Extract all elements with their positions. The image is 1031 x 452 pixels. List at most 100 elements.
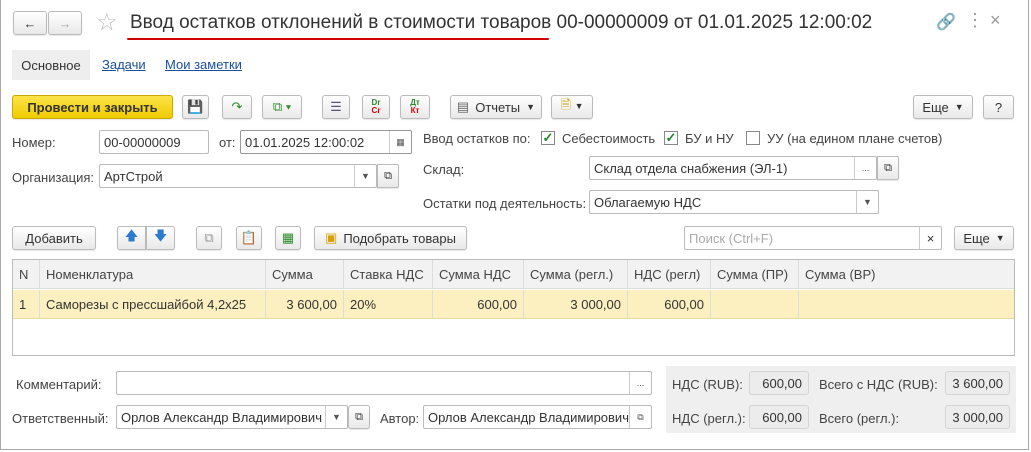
warehouse-value: Склад отдела снабжения (ЭЛ-1): [594, 160, 788, 176]
arrow-down-icon: 🡇: [153, 228, 168, 243]
forward-button[interactable]: →: [48, 11, 82, 35]
vat-rub-value: 600,00: [749, 371, 809, 395]
open-icon[interactable]: ⧉: [629, 406, 651, 428]
comment-field[interactable]: ...: [116, 371, 652, 395]
chevron-down-icon[interactable]: ▼: [354, 165, 376, 187]
warehouse-label: Склад:: [423, 162, 465, 177]
dr-cr-button[interactable]: Dr Cr: [362, 95, 390, 119]
favorite-star-icon[interactable]: ☆: [96, 8, 118, 37]
cell-sum-vr: [799, 290, 1014, 318]
col-sum-pr[interactable]: Сумма (ПР): [711, 260, 799, 288]
col-sum[interactable]: Сумма: [266, 260, 344, 288]
create-based-on-button[interactable]: ⧉ ▾: [262, 95, 302, 119]
chevron-down-icon: ▼: [954, 102, 964, 112]
move-down-button[interactable]: 🡇: [146, 226, 175, 250]
copy-icon: ⧉: [204, 230, 214, 245]
date-field[interactable]: 01.01.2025 12:00:02 ▦: [240, 130, 412, 154]
uu-label: УУ (на едином плане счетов): [767, 131, 943, 146]
author-field[interactable]: Орлов Александр Владимирович ⧉: [423, 405, 652, 429]
tab-main[interactable]: Основное: [12, 50, 90, 80]
org-field[interactable]: АртСтрой ▼: [99, 164, 377, 188]
bu-nu-checkbox[interactable]: ✓: [664, 131, 678, 145]
floppy-icon: 💾: [187, 99, 204, 114]
cost-checkbox[interactable]: ✓: [541, 131, 555, 145]
fill-button[interactable]: ▦: [275, 226, 301, 250]
ellipsis-icon[interactable]: ...: [629, 372, 651, 394]
cell-n: 1: [13, 290, 40, 318]
total-rub-value: 3 600,00: [945, 371, 1010, 395]
col-n[interactable]: N: [13, 260, 40, 288]
table-row[interactable]: 1 Саморезы с прессшайбой 4,2х25 3 600,00…: [13, 290, 1014, 319]
responsible-value: Орлов Александр Владимирович: [121, 409, 322, 425]
help-button[interactable]: ?: [983, 95, 1014, 119]
post-and-close-button[interactable]: Провести и закрыть: [12, 95, 173, 119]
search-input[interactable]: Поиск (Ctrl+F) ×: [684, 226, 942, 250]
table-more-button[interactable]: Еще ▼: [954, 226, 1014, 250]
responsible-label: Ответственный:: [12, 411, 109, 426]
create-based-icon: ⧉ ▾: [272, 99, 292, 114]
open-icon[interactable]: ⧉: [377, 164, 399, 188]
cell-sum-pr: [711, 290, 799, 318]
activity-field[interactable]: Облагаемую НДС ▼: [589, 190, 879, 214]
goods-box-icon: ▣: [325, 230, 338, 245]
col-vat-rate[interactable]: Ставка НДС: [344, 260, 433, 288]
reports-button[interactable]: ▤ Отчеты ▼: [450, 95, 542, 119]
warehouse-field[interactable]: Склад отдела снабжения (ЭЛ-1)...: [589, 156, 877, 180]
clipboard-icon: 📋: [240, 230, 258, 245]
arrow-up-icon: 🡅: [124, 228, 139, 243]
reports-label: Отчеты: [475, 99, 521, 115]
cost-label: Себестоимость: [562, 131, 656, 146]
cell-vat-rate: 20%: [344, 290, 433, 318]
col-vat-sum[interactable]: Сумма НДС: [433, 260, 524, 288]
author-label: Автор:: [380, 411, 420, 426]
chevron-down-icon[interactable]: ▼: [325, 406, 347, 428]
save-button[interactable]: 💾: [182, 95, 209, 119]
dt-kt-button[interactable]: Дт Кт: [400, 95, 430, 119]
copy-button[interactable]: ⧉: [196, 226, 222, 250]
activity-label: Остатки под деятельность:: [423, 196, 587, 211]
journal-button[interactable]: ☰: [322, 95, 350, 119]
move-up-button[interactable]: 🡅: [117, 226, 146, 250]
report-icon: ▤: [456, 99, 470, 114]
number-field[interactable]: 00-00000009: [99, 130, 209, 154]
number-label: Номер:: [12, 135, 56, 150]
page-title: Ввод остатков отклонений в стоимости тов…: [130, 12, 873, 33]
col-sum-vr[interactable]: Сумма (ВР): [799, 260, 1014, 288]
clear-icon[interactable]: ×: [919, 227, 941, 249]
tab-tasks[interactable]: Задачи: [102, 57, 146, 72]
org-value: АртСтрой: [104, 168, 163, 184]
chevron-down-icon: ▼: [526, 102, 536, 112]
col-nomenclature[interactable]: Номенклатура: [40, 260, 266, 288]
uu-checkbox[interactable]: [746, 131, 760, 145]
balances-by-label: Ввод остатков по:: [423, 131, 531, 146]
add-button[interactable]: Добавить: [12, 226, 96, 250]
close-icon[interactable]: ×: [990, 10, 1001, 31]
total-rub-label: Всего с НДС (RUB):: [819, 377, 938, 392]
more-vert-icon[interactable]: ⋮: [966, 10, 984, 31]
paste-button[interactable]: 📋: [236, 226, 262, 250]
open-icon[interactable]: ⧉: [348, 405, 370, 429]
vat-rub-label: НДС (RUB):: [672, 377, 743, 392]
more-button[interactable]: Еще ▼: [913, 95, 973, 119]
date-value: 01.01.2025 12:00:02: [245, 134, 365, 150]
open-icon[interactable]: ⧉: [877, 156, 899, 180]
comment-label: Комментарий:: [16, 377, 102, 392]
print-button[interactable]: 🗎 ▼: [551, 95, 593, 119]
cr-text: Cr: [371, 106, 381, 115]
cell-vat-reg: 600,00: [628, 290, 711, 318]
calendar-icon[interactable]: ▦: [389, 131, 411, 153]
chevron-down-icon[interactable]: ▼: [856, 191, 878, 213]
link-icon[interactable]: 🔗: [936, 12, 956, 32]
date-label: от:: [219, 135, 236, 150]
pick-goods-button[interactable]: ▣ Подобрать товары: [314, 226, 467, 250]
search-placeholder: Поиск (Ctrl+F): [689, 230, 774, 246]
ellipsis-icon[interactable]: ...: [854, 157, 876, 179]
post-button[interactable]: ↷: [222, 95, 252, 119]
col-sum-reg[interactable]: Сумма (регл.): [524, 260, 628, 288]
tab-notes[interactable]: Мои заметки: [165, 57, 242, 72]
col-vat-reg[interactable]: НДС (регл): [628, 260, 711, 288]
bu-nu-label: БУ и НУ: [685, 131, 734, 146]
back-button[interactable]: ←: [13, 11, 47, 35]
total-reg-label: Всего (регл.):: [819, 411, 900, 426]
responsible-field[interactable]: Орлов Александр Владимирович ▼: [116, 405, 348, 429]
